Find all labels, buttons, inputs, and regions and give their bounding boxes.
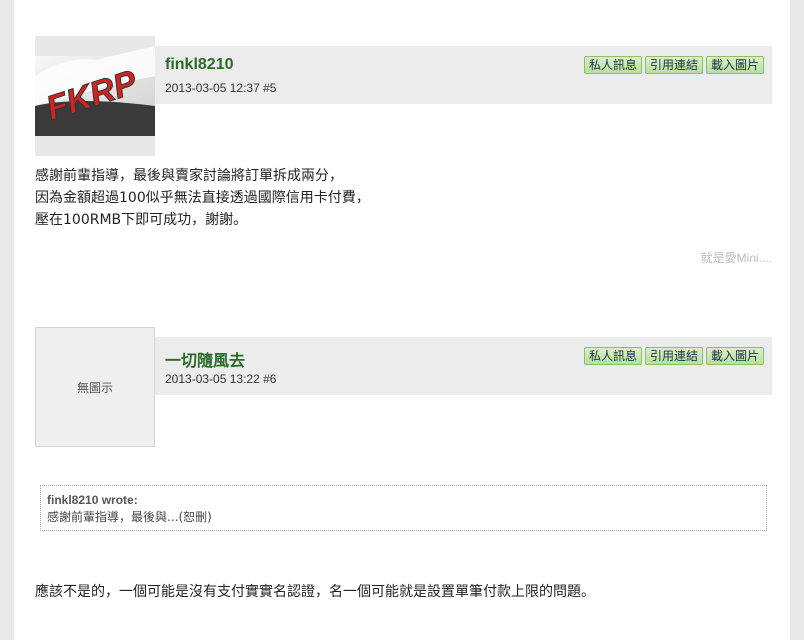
load-images-button[interactable]: 載入圖片 <box>705 56 764 74</box>
quote-link-button[interactable]: 引用連結 <box>644 56 703 74</box>
post-timestamp: 2013-03-05 13:22 <box>165 372 260 386</box>
post-timestamp: 2013-03-05 12:37 <box>165 81 260 95</box>
post-actions: 私人訊息 引用連結 載入圖片 <box>583 56 764 74</box>
post-line: 因為金額超過100似乎無法直接透過國際信用卡付費， <box>35 190 370 206</box>
post-header: 一切隨風去 2013-03-05 13:22 #6 私人訊息 引用連結 載入圖片 <box>155 337 772 395</box>
quote-link-button[interactable]: 引用連結 <box>644 347 703 365</box>
post-line: 感謝前輩指導，最後與賣家討論將訂單拆成兩分， <box>35 168 343 184</box>
private-message-button[interactable]: 私人訊息 <box>583 347 642 365</box>
post-body: 應該不是的，一個可能是沒有支付實實名認證，名一個可能就是設置單筆付款上限的問題。 <box>35 584 595 600</box>
post-line: 壓在100RMB下即可成功，謝謝。 <box>35 212 248 228</box>
avatar[interactable]: FKRP <box>35 36 155 156</box>
post-body: 感謝前輩指導，最後與賣家討論將訂單拆成兩分， 因為金額超過100似乎無法直接透過… <box>35 165 370 231</box>
quote-text: 感謝前輩指導，最後與...(恕刪) <box>47 510 212 524</box>
avatar-placeholder[interactable]: 無圖示 <box>35 327 155 447</box>
post-actions: 私人訊息 引用連結 載入圖片 <box>583 347 764 365</box>
no-avatar-label: 無圖示 <box>76 380 113 395</box>
post-number[interactable]: #5 <box>263 81 276 95</box>
signature: 就是愛Mini.... <box>700 251 772 265</box>
username-link[interactable]: 一切隨風去 <box>165 347 245 371</box>
quote-block: finkl8210 wrote: 感謝前輩指導，最後與...(恕刪) <box>40 485 767 531</box>
private-message-button[interactable]: 私人訊息 <box>583 56 642 74</box>
avatar-logo-image: FKRP <box>35 36 155 156</box>
username-link[interactable]: finkl8210 <box>165 56 233 74</box>
page: FKRP finkl8210 2013-03-05 12:37 #5 私人訊息 … <box>14 0 790 640</box>
post-meta: 2013-03-05 12:37 #5 <box>165 81 276 95</box>
post-header: finkl8210 2013-03-05 12:37 #5 私人訊息 引用連結 … <box>155 46 772 104</box>
load-images-button[interactable]: 載入圖片 <box>705 347 764 365</box>
post-meta: 2013-03-05 13:22 #6 <box>165 372 276 386</box>
quote-author: finkl8210 wrote: <box>47 493 138 507</box>
post-number[interactable]: #6 <box>263 372 276 386</box>
